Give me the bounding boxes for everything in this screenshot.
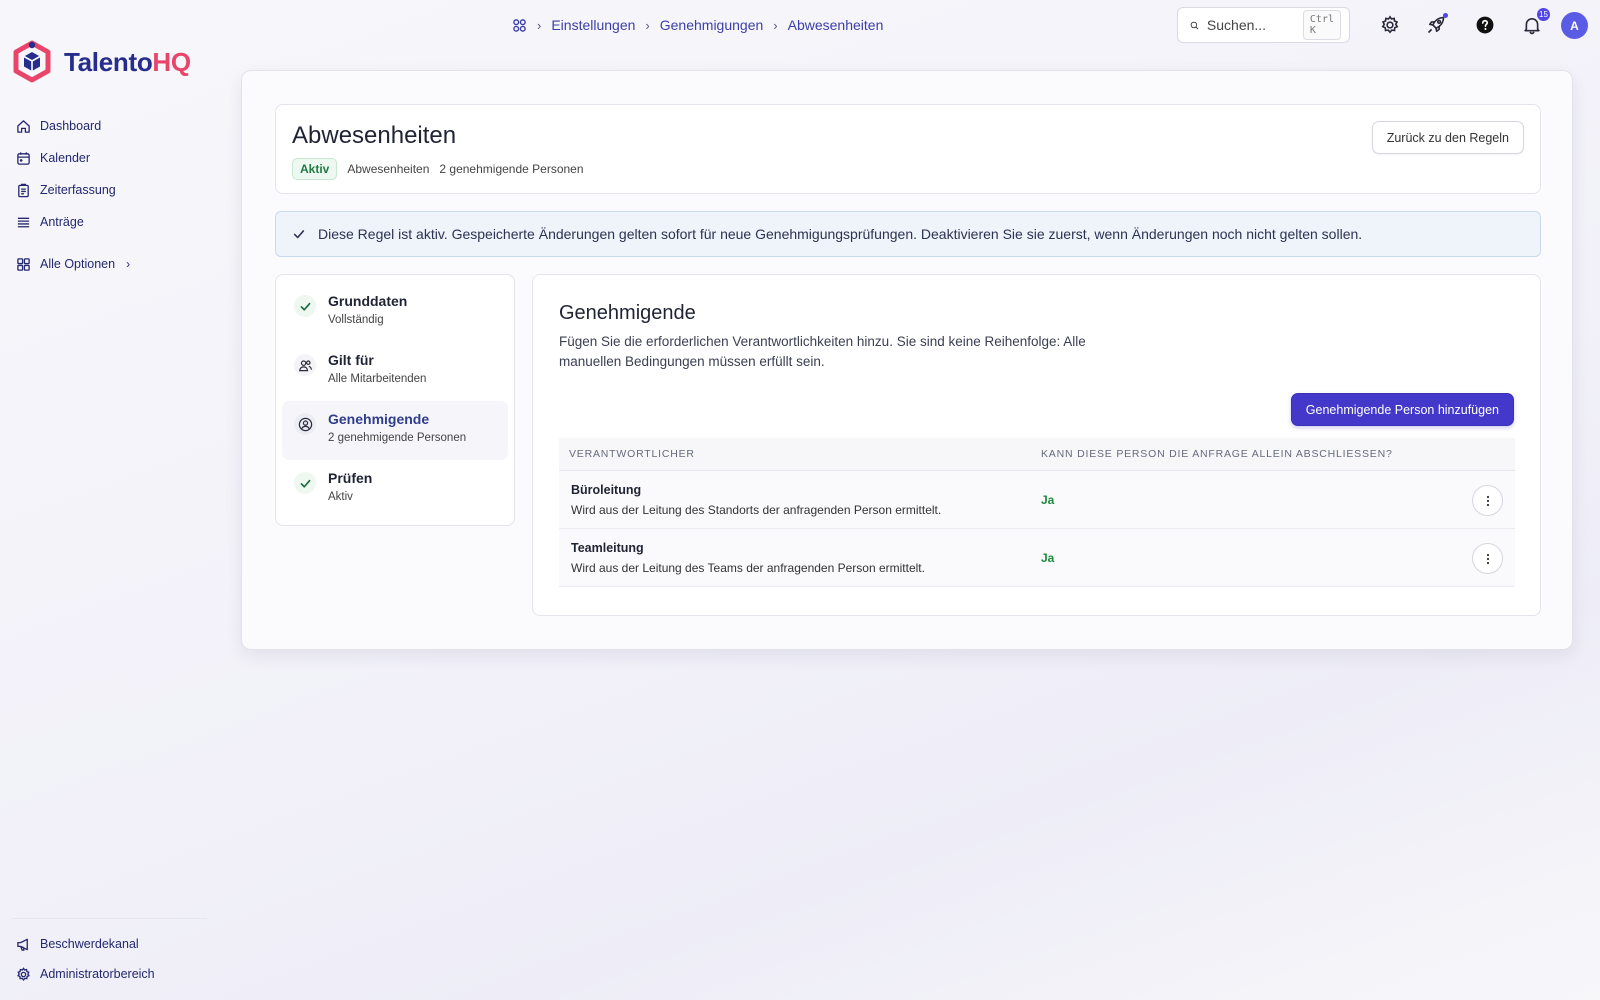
sidebar-item-beschwerdekanal[interactable]: Beschwerdekanal: [16, 929, 155, 959]
sidebar-item-label: Beschwerdekanal: [40, 937, 139, 951]
step-title: Gilt für: [328, 352, 374, 368]
home-icon: [17, 119, 30, 133]
divider: [12, 918, 207, 919]
user-circle-icon: [294, 413, 316, 435]
step-gilt-fuer[interactable]: Gilt für Alle Mitarbeitenden: [282, 342, 508, 401]
info-alert: Diese Regel ist aktiv. Gespeicherte Ände…: [275, 211, 1541, 257]
can-complete-value: Ja: [1041, 550, 1055, 565]
apps-icon[interactable]: [512, 18, 527, 33]
check-icon: [293, 230, 305, 239]
chevron-right-icon: ›: [645, 17, 650, 33]
step-title: Genehmigende: [328, 411, 430, 427]
more-vertical-icon: [1486, 553, 1489, 564]
sidebar-item-zeiterfassung[interactable]: Zeiterfassung: [16, 174, 130, 206]
step-subtitle: Vollständig: [328, 314, 384, 326]
rule-header: Abwesenheiten Aktiv Abwesenheiten 2 gene…: [275, 104, 1541, 194]
section-description: Fügen Sie die erforderlichen Verantwortl…: [559, 334, 1086, 369]
users-icon: [294, 354, 316, 376]
add-approver-button[interactable]: Genehmigende Person hinzufügen: [1290, 393, 1514, 426]
main-nav: Dashboard Kalender Zeiterfassung Anträge…: [16, 110, 130, 280]
logo-text: TalentoHQ: [64, 46, 191, 77]
table-header: VERANTWORTLICHER KANN DIESE PERSON DIE A…: [559, 438, 1515, 471]
sidebar-footer: Beschwerdekanal Administratorbereich: [16, 929, 155, 989]
avatar[interactable]: A: [1561, 12, 1588, 39]
approver-description: Wird aus der Leitung des Standorts der a…: [571, 502, 942, 517]
settings-button[interactable]: [1378, 13, 1402, 37]
approver-description: Wird aus der Leitung des Teams der anfra…: [571, 560, 925, 575]
step-genehmigende[interactable]: Genehmigende 2 genehmigende Personen: [282, 401, 508, 460]
search-icon: [1190, 21, 1199, 29]
sidebar-item-dashboard[interactable]: Dashboard: [16, 110, 130, 142]
gear-icon: [17, 966, 30, 981]
rocket-icon: [1427, 16, 1445, 34]
step-subtitle: 2 genehmigende Personen: [328, 432, 467, 444]
sidebar-item-antraege[interactable]: Anträge: [16, 206, 130, 238]
step-title: Prüfen: [328, 470, 373, 486]
chevron-right-icon: ›: [537, 17, 542, 33]
section-title: Genehmigende: [559, 302, 696, 324]
check-icon: [294, 295, 316, 317]
approvers-panel: Genehmigende Fügen Sie die erforderliche…: [532, 274, 1541, 616]
table-row: Teamleitung Wird aus der Leitung des Tea…: [559, 529, 1515, 587]
alert-text: Diese Regel ist aktiv. Gespeicherte Ände…: [318, 226, 1363, 242]
gear-icon: [1381, 15, 1399, 34]
approver-title: Büroleitung: [571, 482, 642, 497]
sidebar-item-label: Alle Optionen: [40, 257, 116, 271]
back-to-rules-button[interactable]: Zurück zu den Regeln: [1371, 121, 1524, 154]
main-panel: Abwesenheiten Aktiv Abwesenheiten 2 gene…: [241, 70, 1573, 650]
notification-badge: 15: [1537, 8, 1550, 21]
row-menu-button[interactable]: [1472, 485, 1503, 516]
more-vertical-icon: [1486, 495, 1489, 506]
rocket-button[interactable]: [1424, 13, 1448, 37]
column-header: VERANTWORTLICHER: [569, 448, 695, 460]
search-input[interactable]: [1206, 17, 1295, 33]
step-title: Grunddaten: [328, 293, 408, 309]
breadcrumb-einstellungen[interactable]: Einstellungen: [551, 17, 635, 33]
wizard-steps: Grunddaten Vollständig Gilt für Alle Mit…: [275, 274, 515, 526]
table-row: Büroleitung Wird aus der Leitung des Sta…: [559, 471, 1515, 529]
chevron-right-icon: ›: [773, 17, 778, 33]
sidebar: TalentoHQ Dashboard Kalender Zeiterfassu…: [0, 0, 220, 1000]
help-button[interactable]: [1473, 13, 1497, 37]
sidebar-item-label: Dashboard: [40, 119, 102, 133]
step-subtitle: Alle Mitarbeitenden: [328, 373, 427, 385]
logo[interactable]: TalentoHQ: [12, 40, 191, 84]
sidebar-item-label: Zeiterfassung: [40, 183, 116, 197]
breadcrumb-abwesenheiten[interactable]: Abwesenheiten: [788, 17, 884, 33]
rule-category: Abwesenheiten: [347, 162, 430, 176]
search-box[interactable]: Ctrl K: [1177, 7, 1350, 43]
page-title: Abwesenheiten: [292, 122, 457, 149]
row-menu-button[interactable]: [1472, 543, 1503, 574]
column-header: KANN DIESE PERSON DIE ANFRAGE ALLEIN ABS…: [1041, 448, 1393, 460]
sidebar-item-administratorbereich[interactable]: Administratorbereich: [16, 959, 155, 989]
status-badge: Aktiv: [292, 158, 338, 180]
logo-cube-icon: [13, 40, 51, 83]
sidebar-item-label: Administratorbereich: [40, 967, 155, 981]
clipboard-icon: [18, 183, 29, 197]
check-icon: [294, 472, 316, 494]
chevron-right-icon: ›: [126, 257, 131, 271]
approver-count: 2 genehmigende Personen: [439, 162, 584, 176]
breadcrumb: › Einstellungen › Genehmigungen › Abwese…: [512, 14, 883, 36]
search-shortcut: Ctrl K: [1302, 10, 1341, 40]
sidebar-item-label: Anträge: [40, 215, 84, 229]
stack-icon: [17, 217, 30, 227]
sidebar-item-kalender[interactable]: Kalender: [16, 142, 130, 174]
rule-meta: Aktiv Abwesenheiten 2 genehmigende Perso…: [292, 158, 584, 180]
can-complete-value: Ja: [1041, 492, 1055, 507]
help-icon: [1476, 16, 1494, 34]
breadcrumb-genehmigungen[interactable]: Genehmigungen: [660, 17, 764, 33]
step-subtitle: Aktiv: [328, 491, 353, 503]
notifications-button[interactable]: 15: [1520, 8, 1550, 37]
step-pruefen[interactable]: Prüfen Aktiv: [282, 460, 508, 519]
megaphone-icon: [17, 938, 28, 951]
sidebar-item-alle-optionen[interactable]: Alle Optionen ›: [16, 248, 130, 280]
approver-title: Teamleitung: [571, 540, 644, 555]
calendar-icon: [17, 151, 30, 165]
step-grunddaten[interactable]: Grunddaten Vollständig: [282, 283, 508, 342]
approvers-table: VERANTWORTLICHER KANN DIESE PERSON DIE A…: [559, 438, 1515, 587]
sidebar-item-label: Kalender: [40, 151, 91, 165]
grid-icon: [17, 257, 30, 271]
update-dot: [1443, 13, 1448, 18]
